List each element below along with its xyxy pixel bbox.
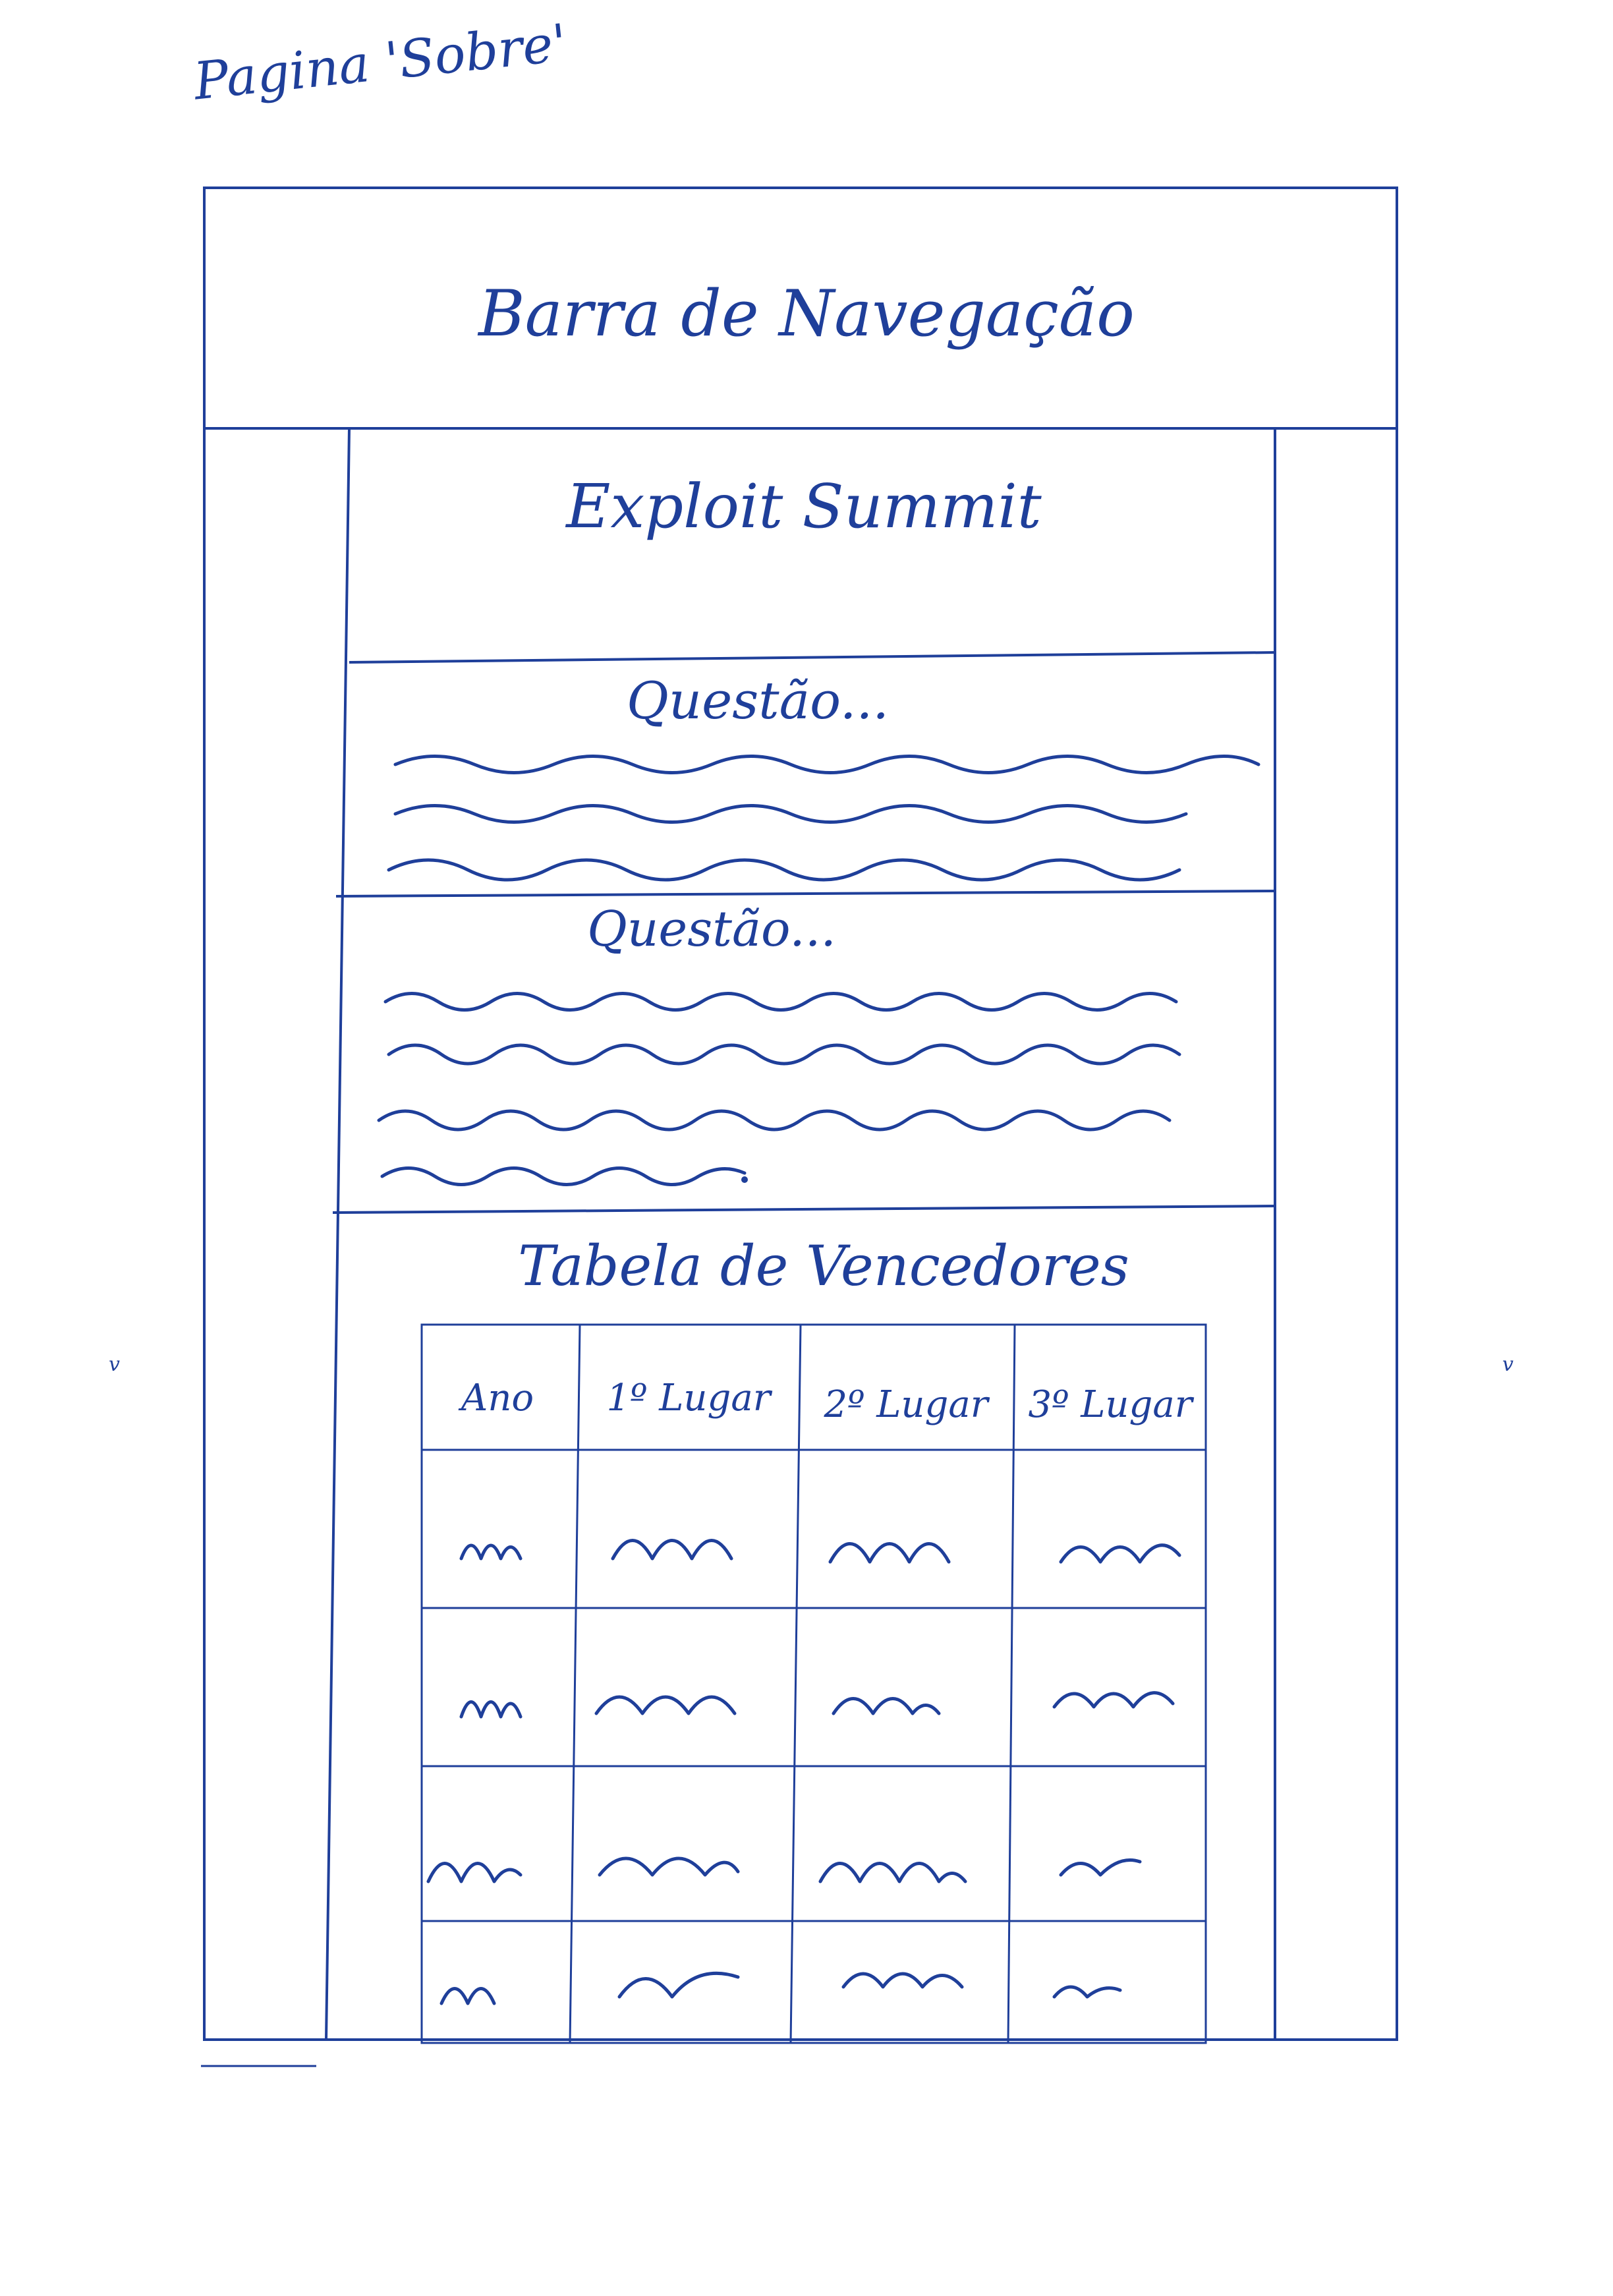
hero-title: Exploit Summit bbox=[565, 471, 1042, 542]
ink-dot bbox=[741, 1176, 748, 1183]
table-cell-placeholder bbox=[828, 1542, 951, 1564]
table-column-divider bbox=[1007, 1324, 1016, 2044]
table-cell-placeholder bbox=[818, 1862, 967, 1883]
table-header-cell: 3º Lugar bbox=[1028, 1383, 1194, 1426]
winners-table-title: Tabela de Vencedores bbox=[518, 1234, 1129, 1298]
table-cell-placeholder bbox=[598, 1856, 740, 1877]
navbar-label: Barra de Navegação bbox=[478, 277, 1135, 351]
table-header-cell: 1º Lugar bbox=[606, 1377, 772, 1420]
table-header-cell: Ano bbox=[458, 1377, 534, 1420]
table-cell-placeholder bbox=[1052, 1985, 1122, 1999]
section-2-divider bbox=[332, 1205, 1276, 1214]
page-frame bbox=[203, 187, 1398, 2041]
section-2-text-line bbox=[377, 1109, 1172, 1132]
table-cell-placeholder bbox=[832, 1697, 941, 1715]
section-1-text-line bbox=[393, 755, 1260, 774]
left-column-line bbox=[325, 428, 351, 2040]
section-2-text-line bbox=[387, 1043, 1181, 1066]
section-2-heading: Questão... bbox=[587, 901, 836, 958]
section-1-divider bbox=[335, 890, 1276, 898]
table-header-cell: 2º Lugar bbox=[823, 1383, 990, 1426]
table-column-divider bbox=[569, 1324, 581, 2044]
table-cell-placeholder bbox=[611, 1539, 733, 1561]
section-1-heading: Questão... bbox=[627, 672, 889, 731]
table-cell-placeholder bbox=[841, 1972, 964, 1989]
section-1-text-line bbox=[393, 804, 1188, 824]
table-column-divider bbox=[789, 1324, 802, 2044]
table-cell-placeholder bbox=[1059, 1858, 1142, 1877]
table-cell-placeholder bbox=[439, 1987, 496, 2005]
winners-table bbox=[420, 1323, 1207, 2044]
table-cell-placeholder bbox=[1059, 1543, 1181, 1564]
scan-mark: v bbox=[109, 1353, 120, 1376]
hero-divider bbox=[349, 651, 1276, 664]
table-cell-placeholder bbox=[617, 1971, 740, 1999]
scan-mark: v bbox=[1502, 1353, 1514, 1376]
table-cell-placeholder bbox=[459, 1543, 523, 1561]
table-cell-placeholder bbox=[1052, 1691, 1175, 1709]
section-2-text-line bbox=[380, 1166, 747, 1186]
section-1-text-line bbox=[387, 858, 1181, 882]
section-2-text-line bbox=[383, 992, 1178, 1012]
table-cell-placeholder bbox=[459, 1700, 523, 1719]
table-cell-placeholder bbox=[594, 1695, 737, 1715]
table-cell-placeholder bbox=[426, 1862, 523, 1883]
